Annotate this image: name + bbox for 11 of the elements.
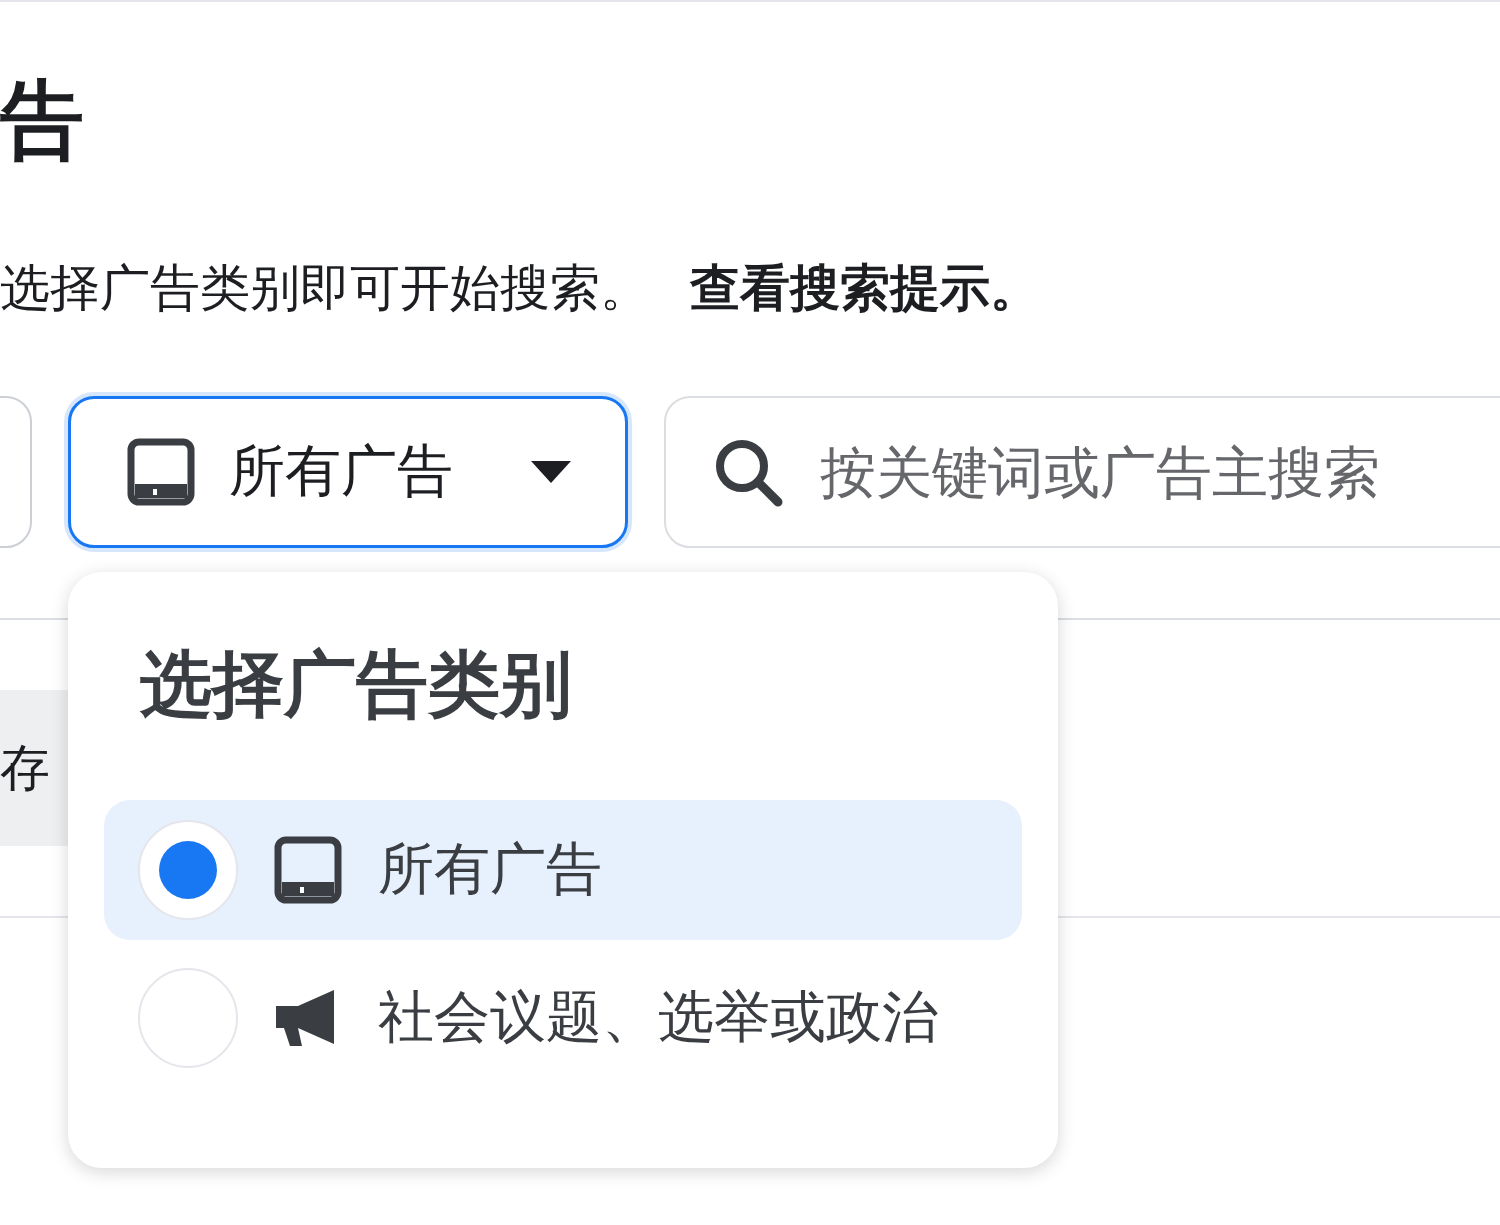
option-label: 社会议题、选举或政治: [378, 983, 938, 1051]
option-label: 所有广告: [378, 835, 602, 903]
category-option[interactable]: 社会议题、选举或政治: [104, 948, 1022, 1088]
category-option[interactable]: 所有广告: [104, 800, 1022, 940]
search-field[interactable]: 按关键词或广告主搜索: [664, 396, 1500, 548]
caret-icon: [529, 459, 573, 485]
intro-text: 选择广告类别即可开始搜索。 查看搜索提示。: [0, 258, 1041, 318]
screen-icon: [274, 836, 342, 904]
search-tips-link[interactable]: 查看搜索提示。: [690, 259, 1040, 317]
screen-icon: [127, 438, 195, 506]
menu-title: 选择广告类别: [140, 648, 573, 720]
